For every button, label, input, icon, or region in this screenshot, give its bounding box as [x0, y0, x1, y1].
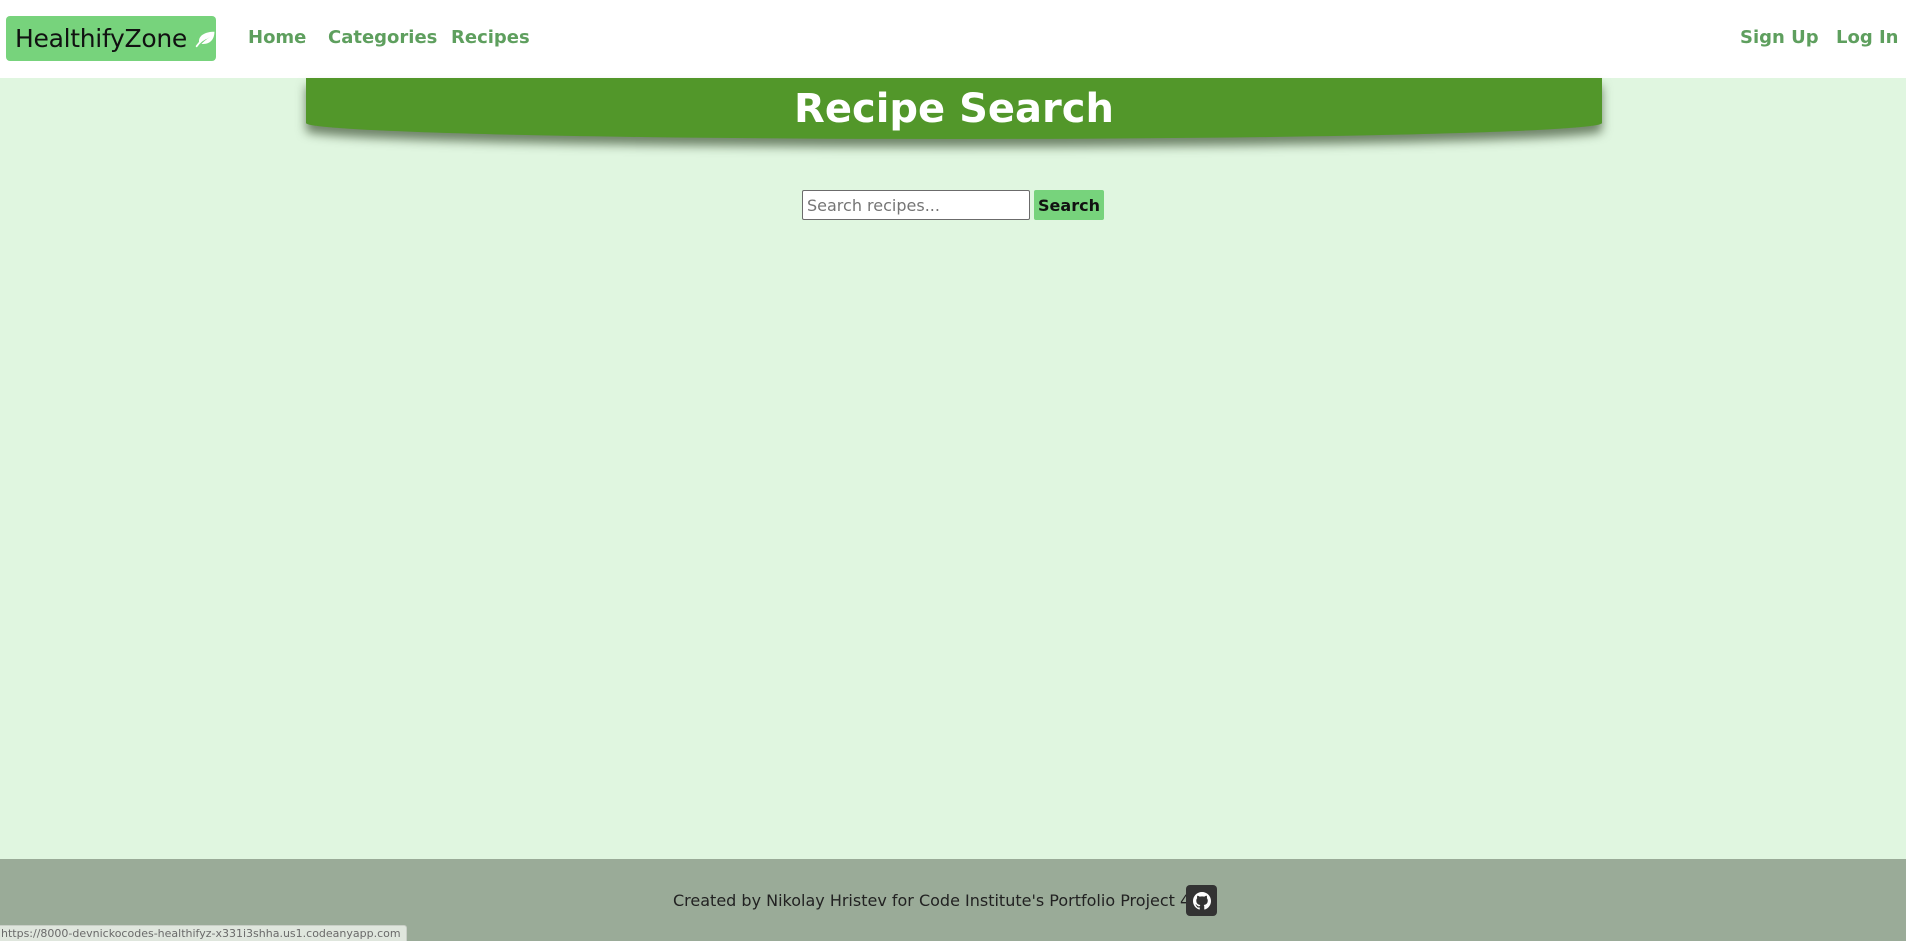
search-form: Search [802, 190, 1104, 220]
github-icon [1192, 891, 1211, 910]
nav-link-categories[interactable]: Categories [328, 27, 437, 48]
nav-link-sign-up[interactable]: Sign Up [1740, 27, 1819, 48]
brand-logo-link[interactable]: HealthifyZone [6, 16, 216, 61]
page-header-banner: Recipe Search [306, 78, 1602, 139]
status-bar-url: https://8000-devnickocodes-healthifyz-x3… [0, 925, 407, 941]
brand-name: HealthifyZone [15, 24, 187, 53]
nav-link-log-in[interactable]: Log In [1836, 27, 1899, 48]
navbar: HealthifyZone Home Categories Recipes Si… [0, 0, 1906, 78]
search-button[interactable]: Search [1034, 190, 1104, 220]
page-title: Recipe Search [794, 85, 1114, 132]
nav-link-recipes[interactable]: Recipes [451, 27, 530, 48]
footer-credit: Created by Nikolay Hristev for Code Inst… [673, 891, 1191, 910]
search-input[interactable] [802, 190, 1030, 220]
nav-link-home[interactable]: Home [248, 27, 306, 48]
leaf-icon [195, 31, 215, 47]
github-link[interactable] [1186, 885, 1217, 916]
page: HealthifyZone Home Categories Recipes Si… [0, 0, 1906, 941]
